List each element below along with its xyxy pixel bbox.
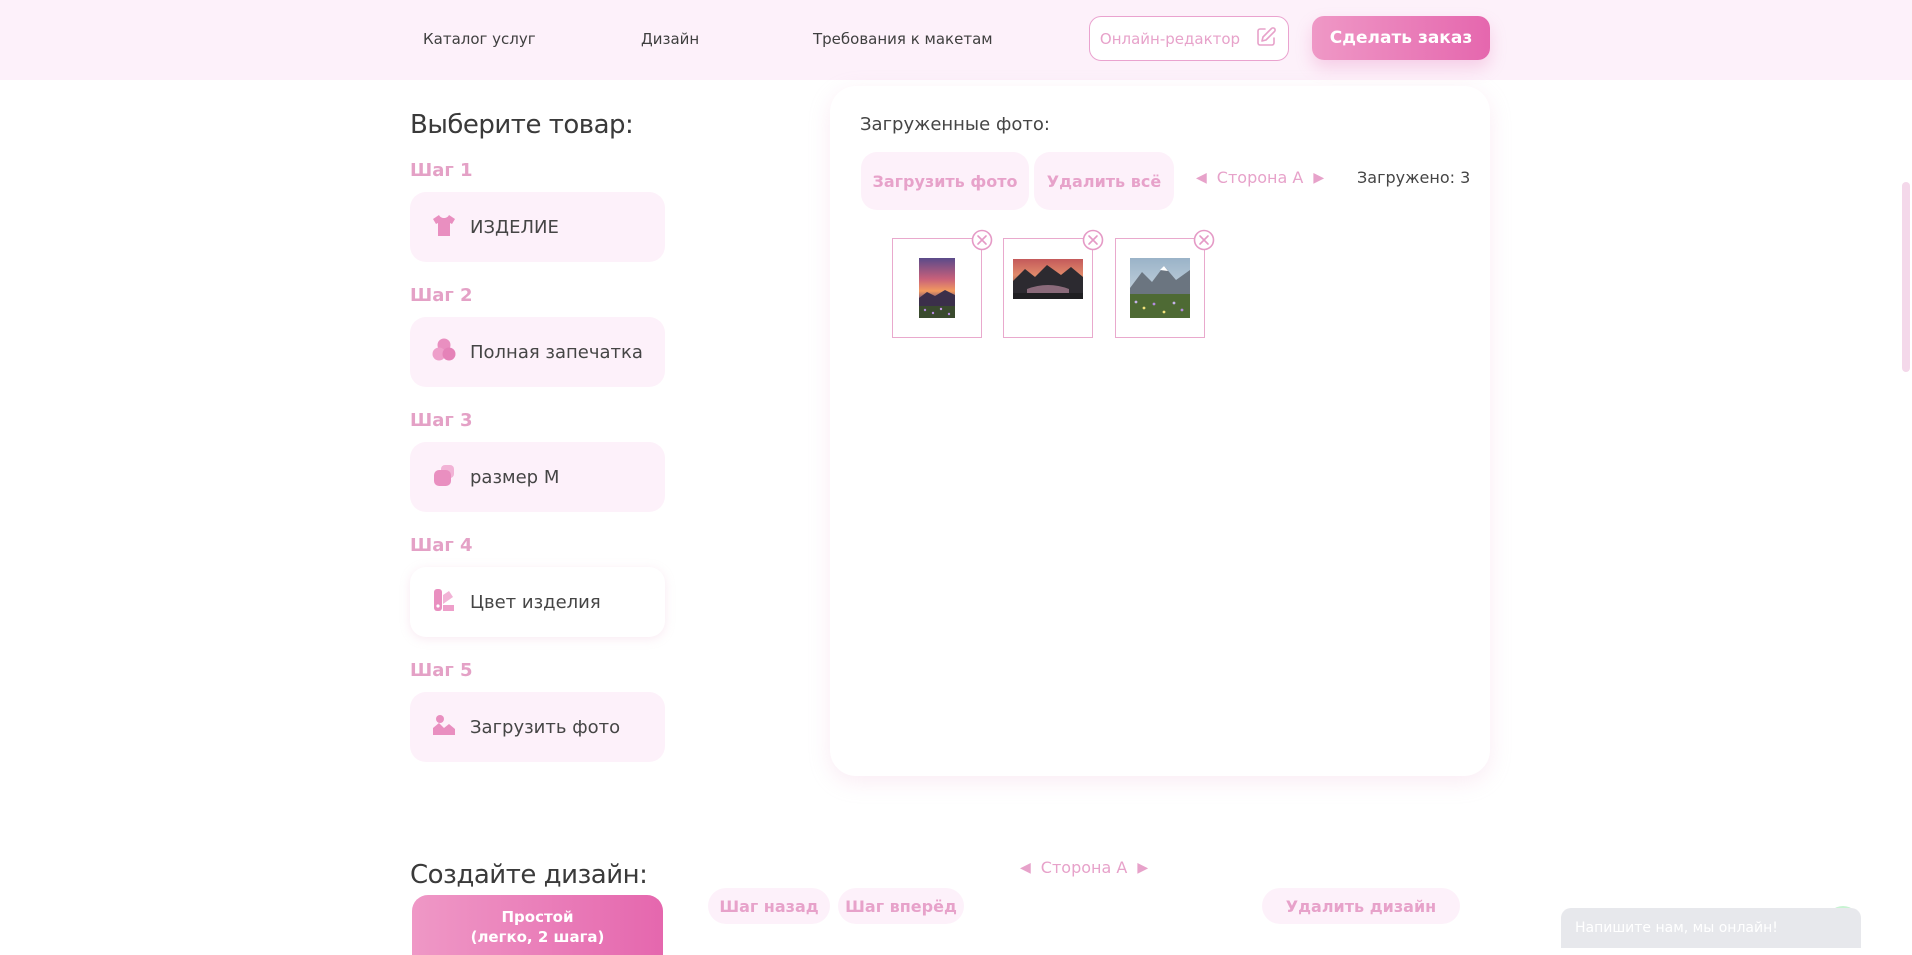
create-design-title: Создайте дизайн: bbox=[410, 860, 648, 890]
photo-1-image bbox=[919, 258, 955, 318]
step-4-card[interactable]: Цвет изделия bbox=[410, 567, 665, 637]
step-2-value: Полная запечатка bbox=[470, 341, 643, 363]
step-4-label: Шаг 4 bbox=[410, 535, 473, 556]
remove-photo-1-icon[interactable] bbox=[971, 229, 993, 251]
step-back-button[interactable]: Шаг назад bbox=[708, 888, 830, 924]
design-prev-side-arrow-icon[interactable]: ◀ bbox=[1020, 860, 1031, 876]
uploaded-count: Загружено: 3 bbox=[1357, 168, 1471, 187]
photo-2-image bbox=[1013, 259, 1083, 299]
image-icon bbox=[430, 711, 458, 743]
panel-side-label: Сторона А bbox=[1216, 168, 1304, 187]
palette-icon bbox=[430, 586, 458, 618]
nav-catalog-link[interactable]: Каталог услуг bbox=[423, 30, 536, 48]
simple-design-label: Простой bbox=[501, 908, 574, 926]
step-5-value: Загрузить фото bbox=[470, 716, 621, 738]
step-5-label: Шаг 5 bbox=[410, 660, 473, 681]
uploaded-photos-title: Загруженные фото: bbox=[860, 114, 1050, 135]
chat-widget[interactable]: Напишите нам, мы онлайн! bbox=[1561, 908, 1861, 948]
prev-side-arrow-icon[interactable]: ◀ bbox=[1196, 170, 1207, 186]
step-4-value: Цвет изделия bbox=[470, 591, 601, 613]
size-icon bbox=[430, 461, 458, 493]
photo-thumbnail-3[interactable] bbox=[1115, 238, 1205, 338]
delete-all-button[interactable]: Удалить всё bbox=[1034, 152, 1174, 210]
online-editor-button[interactable]: Онлайн-редактор bbox=[1089, 16, 1289, 61]
top-header: Каталог услуг Дизайн Требования к макета… bbox=[0, 0, 1912, 80]
step-5-card[interactable]: Загрузить фото bbox=[410, 692, 665, 762]
photo-thumbnail-1[interactable] bbox=[892, 238, 982, 338]
step-1-value: ИЗДЕЛИЕ bbox=[470, 216, 559, 238]
simple-design-sublabel: (легко, 2 шага) bbox=[470, 928, 605, 946]
tshirt-icon bbox=[430, 211, 458, 243]
remove-photo-2-icon[interactable] bbox=[1082, 229, 1104, 251]
upload-photo-button[interactable]: Загрузить фото bbox=[861, 152, 1029, 210]
delete-design-button[interactable]: Удалить дизайн bbox=[1262, 888, 1460, 924]
remove-photo-3-icon[interactable] bbox=[1193, 229, 1215, 251]
choose-product-title: Выберите товар: bbox=[410, 110, 634, 140]
online-editor-label: Онлайн-редактор bbox=[1099, 29, 1241, 48]
chat-widget-label: Напишите нам, мы онлайн! bbox=[1575, 920, 1778, 936]
next-side-arrow-icon[interactable]: ▶ bbox=[1313, 170, 1324, 186]
design-side-label: Сторона А bbox=[1040, 858, 1128, 877]
step-2-label: Шаг 2 bbox=[410, 285, 473, 306]
photo-3-image bbox=[1130, 258, 1190, 318]
step-2-card[interactable]: Полная запечатка bbox=[410, 317, 665, 387]
photo-thumbnail-2[interactable] bbox=[1003, 238, 1093, 338]
nav-requirements-link[interactable]: Требования к макетам bbox=[813, 30, 993, 48]
step-3-label: Шаг 3 bbox=[410, 410, 473, 431]
step-3-card[interactable]: размер M bbox=[410, 442, 665, 512]
edit-icon bbox=[1254, 25, 1278, 53]
step-1-label: Шаг 1 bbox=[410, 160, 473, 181]
design-side-switcher: ◀ Сторона А ▶ bbox=[1020, 858, 1148, 877]
page-scrollbar-thumb[interactable] bbox=[1902, 182, 1910, 372]
make-order-button[interactable]: Сделать заказ bbox=[1312, 16, 1490, 60]
step-1-card[interactable]: ИЗДЕЛИЕ bbox=[410, 192, 665, 262]
simple-design-button[interactable]: Простой (легко, 2 шага) bbox=[412, 895, 663, 955]
step-3-value: размер M bbox=[470, 466, 560, 488]
design-next-side-arrow-icon[interactable]: ▶ bbox=[1137, 860, 1148, 876]
circles-icon bbox=[430, 336, 458, 368]
nav-design-link[interactable]: Дизайн bbox=[641, 30, 699, 48]
step-forward-button[interactable]: Шаг вперёд bbox=[838, 888, 964, 924]
panel-side-switcher: ◀ Сторона А ▶ bbox=[1196, 168, 1324, 187]
